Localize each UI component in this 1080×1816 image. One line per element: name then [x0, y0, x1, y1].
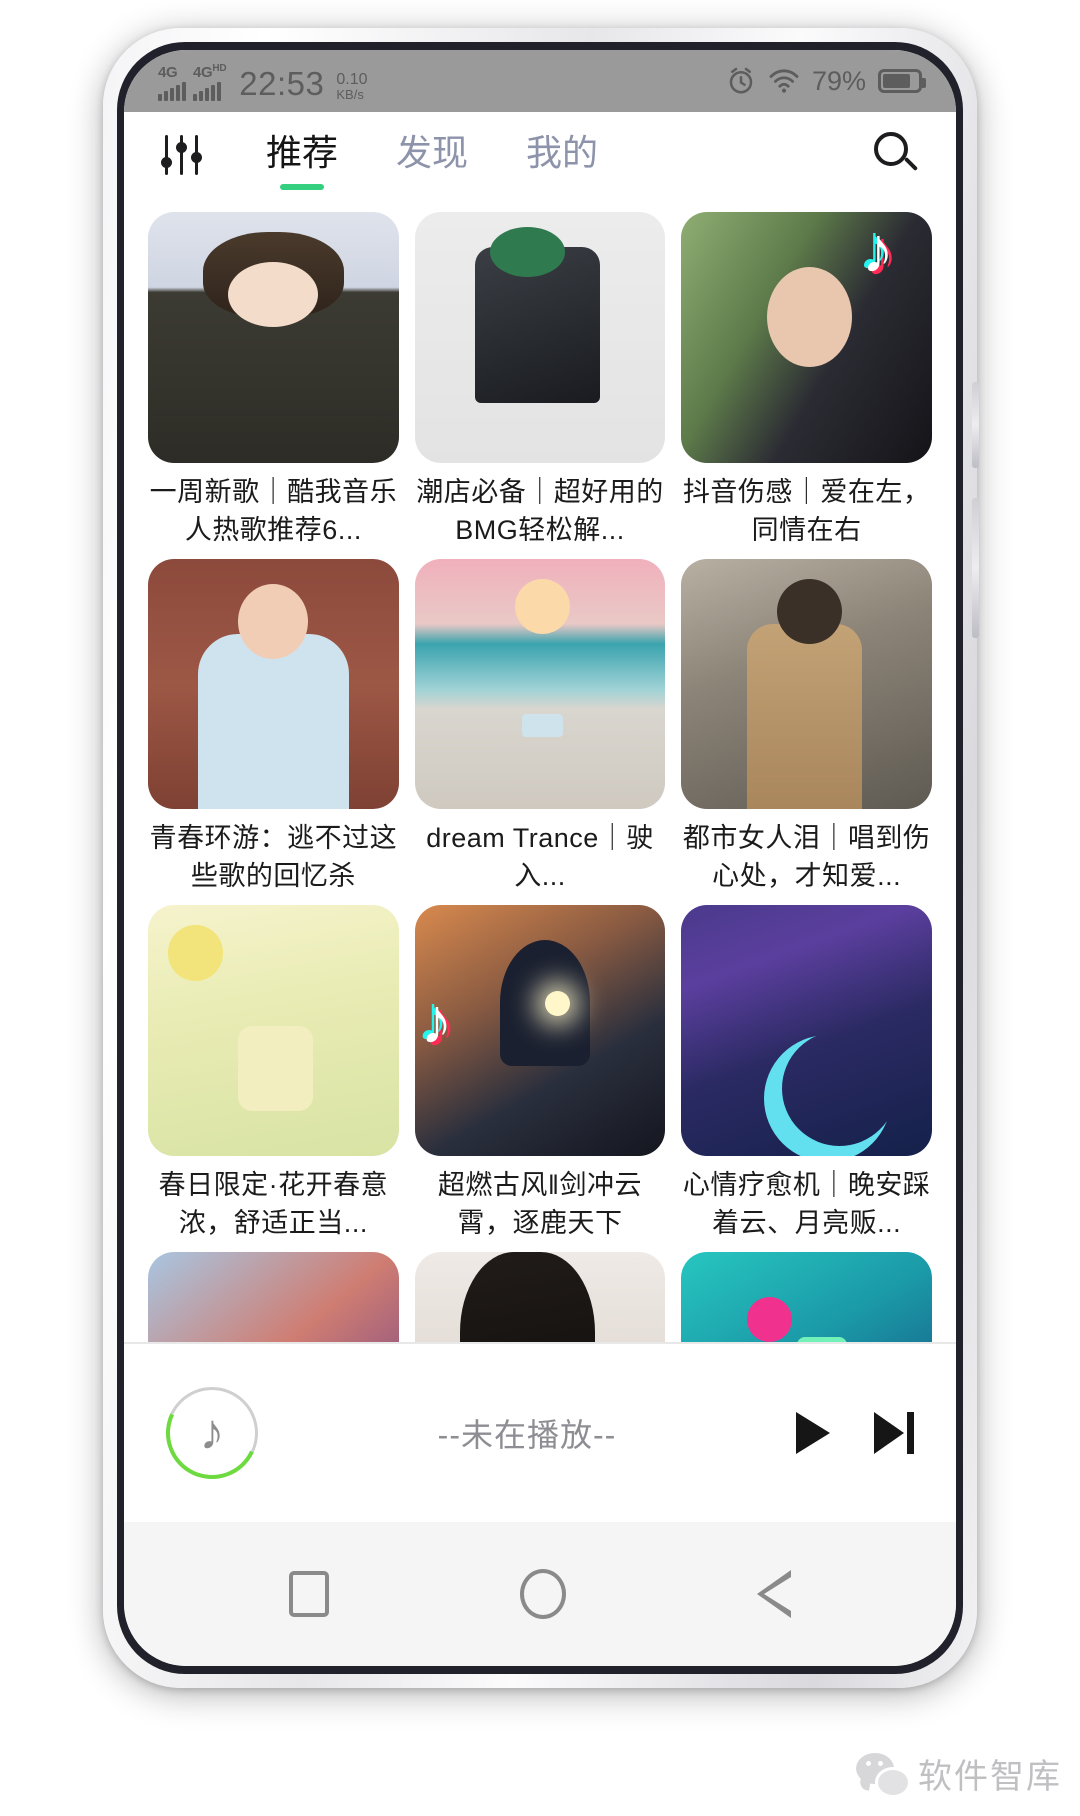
tab-mine[interactable]: 我的 — [526, 124, 598, 186]
next-track-button[interactable] — [874, 1412, 914, 1454]
top-navigation-bar: 推荐 发现 我的 — [124, 112, 956, 198]
nav-tabs: 推荐 发现 我的 — [266, 124, 598, 186]
playlist-cover[interactable] — [148, 905, 399, 1156]
playlist-card[interactable]: dream Trance｜驶入... — [414, 558, 666, 896]
playlist-card[interactable]: 青春环游：逃不过这些歌的回忆杀 — [148, 558, 399, 896]
alarm-icon — [729, 67, 753, 94]
battery-percent: 79% — [811, 65, 866, 96]
playlist-cover[interactable] — [414, 1252, 666, 1342]
volume-button[interactable] — [972, 382, 979, 468]
network-label-1: 4G — [158, 64, 178, 81]
network-speed-unit: KB/s — [336, 87, 364, 102]
playlist-title: 抖音伤感｜爱在左，同情在右 — [682, 476, 931, 545]
player-controls — [796, 1412, 914, 1454]
music-note-glyph: ♪ — [199, 1404, 225, 1460]
playlist-cover[interactable] — [148, 558, 399, 810]
playlist-cover[interactable] — [414, 212, 666, 463]
status-bar: 4G 4GHD 22:53 0.10 KB/s 79% — [124, 50, 956, 112]
equalizer-icon[interactable] — [160, 135, 204, 175]
playlist-title: 一周新歌｜酷我音乐人热歌推荐6... — [149, 476, 398, 545]
playlist-card[interactable]: 一周新歌｜酷我音乐人热歌推荐6... — [148, 212, 399, 549]
network-label-2-hd: HD — [212, 63, 227, 74]
back-icon[interactable] — [756, 1570, 791, 1618]
status-bar-right: 79% — [726, 65, 926, 97]
playlist-cover[interactable] — [681, 1252, 932, 1342]
status-time: 22:53 — [239, 65, 325, 102]
signal-bars-1 — [158, 82, 186, 101]
recent-apps-icon[interactable] — [289, 1571, 330, 1617]
android-navigation-bar — [124, 1522, 956, 1666]
playlist-card[interactable]: 春日限定·花开春意浓，舒适正当... — [148, 905, 399, 1242]
signal-2: 4GHD — [193, 61, 227, 101]
playlist-cover[interactable]: ♪ — [414, 905, 666, 1157]
search-icon[interactable] — [874, 132, 920, 178]
playlist-card[interactable]: ♪ 抖音伤感｜爱在左，同情在右 — [681, 212, 932, 549]
playlist-cover[interactable] — [414, 558, 666, 810]
signal-bars-2 — [193, 82, 221, 101]
playlist-card[interactable]: 心情疗愈机｜晚安踩着云、月亮贩... — [681, 905, 932, 1242]
playlist-cover[interactable] — [148, 212, 399, 463]
playlist-card[interactable]: ♪ 超燃古风‖剑冲云霄，逐鹿天下 — [414, 905, 666, 1242]
playlist-title: 都市女人泪｜唱到伤心处，才知爱... — [682, 823, 931, 892]
playlist-grid[interactable]: 一周新歌｜酷我音乐人热歌推荐6... 潮店必备｜超好用的BMG轻松解... ♪ … — [124, 198, 956, 1342]
tab-discover[interactable]: 发现 — [396, 124, 468, 186]
network-speed: 0.10 KB/s — [336, 71, 368, 102]
playlist-card[interactable] — [148, 1252, 399, 1342]
playlist-card[interactable] — [414, 1252, 666, 1342]
watermark: 软件智库 — [856, 1749, 1062, 1798]
signal-1: 4G — [158, 65, 186, 101]
tiktok-badge-icon: ♪ — [420, 985, 453, 1058]
playlist-cover[interactable] — [681, 558, 932, 810]
play-button[interactable] — [796, 1412, 830, 1454]
network-label-2: 4G — [193, 64, 213, 81]
mini-player-bar: ♪ --未在播放-- — [124, 1342, 956, 1522]
phone-screen: 4G 4GHD 22:53 0.10 KB/s 79% 推荐 发现 我的 一周新… — [124, 50, 956, 1666]
next-track-icon — [874, 1412, 914, 1454]
playlist-card[interactable] — [681, 1252, 932, 1342]
playlist-card[interactable]: 潮店必备｜超好用的BMG轻松解... — [414, 212, 666, 549]
wifi-icon — [769, 69, 799, 93]
playlist-title: 超燃古风‖剑冲云霄，逐鹿天下 — [437, 1170, 643, 1239]
tiktok-badge-icon: ♪ — [862, 214, 894, 286]
playlist-title: 青春环游：逃不过这些歌的回忆杀 — [149, 823, 398, 892]
network-speed-value: 0.10 — [336, 71, 368, 88]
playlist-cover[interactable]: ♪ — [681, 212, 932, 463]
playlist-title: dream Trance｜驶入... — [426, 823, 654, 892]
playlist-title: 潮店必备｜超好用的BMG轻松解... — [416, 476, 664, 545]
watermark-text: 软件智库 — [918, 1758, 1062, 1796]
power-button[interactable] — [972, 498, 979, 638]
playlist-cover[interactable] — [148, 1252, 399, 1342]
status-bar-left: 4G 4GHD 22:53 0.10 KB/s — [158, 61, 368, 101]
playlist-title: 春日限定·花开春意浓，舒适正当... — [158, 1170, 389, 1238]
playlist-cover[interactable] — [681, 905, 932, 1157]
play-icon — [796, 1412, 830, 1454]
playlist-title: 心情疗愈机｜晚安踩着云、月亮贩... — [682, 1170, 931, 1239]
wechat-icon — [856, 1752, 908, 1795]
tab-recommend[interactable]: 推荐 — [266, 124, 338, 186]
battery-icon — [878, 69, 926, 93]
now-playing-title: --未在播放-- — [437, 1417, 617, 1453]
home-icon[interactable] — [519, 1569, 566, 1619]
music-note-avatar-icon[interactable]: ♪ — [153, 1374, 271, 1492]
playlist-card[interactable]: 都市女人泪｜唱到伤心处，才知爱... — [681, 558, 932, 896]
